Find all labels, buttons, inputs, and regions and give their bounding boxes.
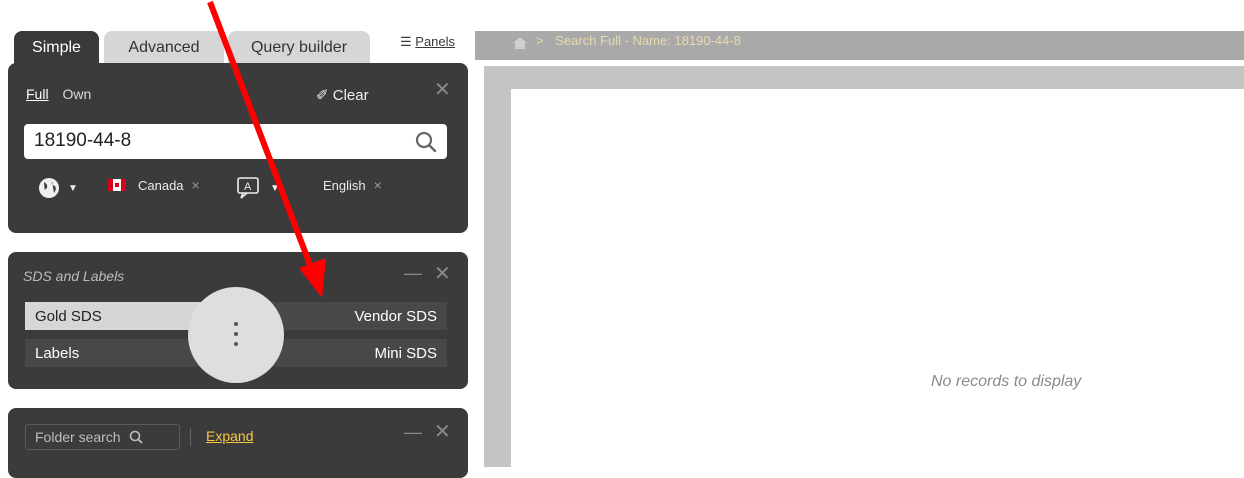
more-options-button[interactable] xyxy=(188,287,284,383)
tab-advanced[interactable]: Advanced xyxy=(104,31,224,64)
breadcrumb: > Search Full - Name: 18190-44-8 xyxy=(536,33,741,48)
remove-language-icon[interactable]: × xyxy=(374,177,382,193)
country-label: Canada xyxy=(138,177,184,193)
panels-link[interactable]: ☰ Panels xyxy=(400,34,455,50)
remove-country-icon[interactable]: × xyxy=(192,177,200,193)
region-filter[interactable]: ▼ xyxy=(38,177,78,199)
kebab-dot xyxy=(234,342,238,346)
breadcrumb-current: Search Full - Name: 18190-44-8 xyxy=(555,33,741,48)
country-chip: Canada × xyxy=(108,177,200,193)
breadcrumb-separator: > xyxy=(536,33,544,48)
home-icon[interactable] xyxy=(512,36,528,50)
language-chip: English × xyxy=(323,177,382,193)
clear-button[interactable]: ✐ Clear xyxy=(316,86,369,104)
folder-search-label: Folder search xyxy=(35,429,121,445)
folder-panel-close-icon[interactable]: ✕ xyxy=(434,422,451,442)
language-label: English xyxy=(323,177,366,193)
globe-icon xyxy=(39,178,59,198)
kebab-dot xyxy=(234,332,238,336)
clear-label: Clear xyxy=(332,87,369,104)
panels-link-label: Panels xyxy=(415,34,456,49)
eraser-icon: ✐ xyxy=(316,87,333,104)
search-mode-toggle: Full Own xyxy=(26,86,91,102)
empty-message: No records to display xyxy=(931,373,1082,390)
mode-full[interactable]: Full xyxy=(26,86,49,102)
expand-link[interactable]: Expand xyxy=(206,428,253,444)
sds-panel-title: SDS and Labels xyxy=(23,268,125,284)
language-icon: A xyxy=(237,177,259,199)
search-icon xyxy=(129,430,143,444)
search-input[interactable] xyxy=(34,128,404,154)
tab-query-builder[interactable]: Query builder xyxy=(228,31,370,64)
divider xyxy=(190,428,191,446)
menu-icon: ☰ xyxy=(400,34,416,49)
mode-own[interactable]: Own xyxy=(62,86,91,102)
language-filter[interactable]: A ▼ xyxy=(236,176,280,200)
svg-text:A: A xyxy=(244,181,252,193)
tab-simple[interactable]: Simple xyxy=(14,31,99,64)
folder-search-button[interactable]: Folder search xyxy=(25,424,180,450)
sds-panel-minimize-icon[interactable]: — xyxy=(404,264,422,282)
folder-panel-minimize-icon[interactable]: — xyxy=(404,423,422,441)
chevron-down-icon: ▼ xyxy=(68,182,78,194)
kebab-icon xyxy=(234,322,238,326)
results-area xyxy=(511,89,1244,467)
search-panel-close-icon[interactable]: ✕ xyxy=(434,80,451,100)
sds-panel-close-icon[interactable]: ✕ xyxy=(434,264,451,284)
search-icon[interactable] xyxy=(415,131,437,153)
chevron-down-icon: ▼ xyxy=(270,182,280,194)
search-box xyxy=(24,124,447,159)
canada-flag-icon xyxy=(108,179,126,191)
